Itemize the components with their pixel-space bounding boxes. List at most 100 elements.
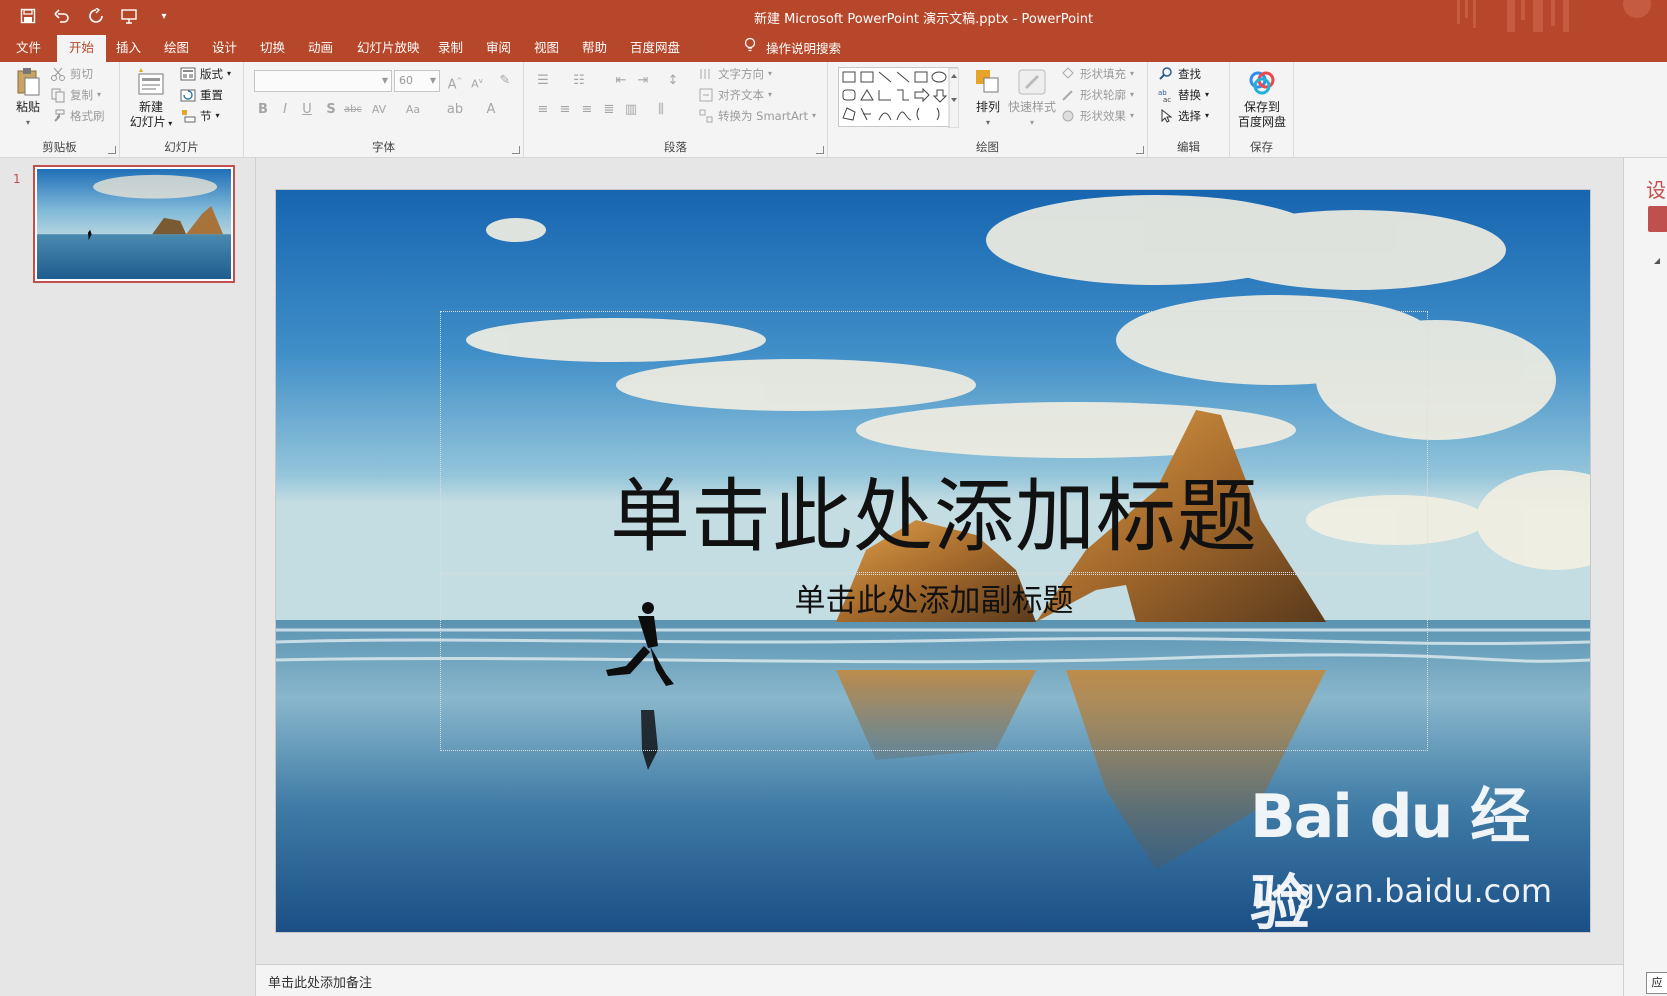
notes-pane[interactable]: 单击此处添加备注: [256, 964, 1623, 996]
tab-baidu-netdisk[interactable]: 百度网盘: [618, 37, 692, 62]
character-spacing-button[interactable]: AV: [368, 99, 390, 121]
new-slide-button[interactable]: 新建 幻灯片 ▾: [126, 66, 176, 131]
section-button[interactable]: 节 ▾: [180, 106, 220, 126]
cut-label: 剪切: [70, 67, 93, 81]
justify-icon[interactable]: ≣: [598, 99, 620, 121]
tab-file[interactable]: 文件: [4, 37, 53, 62]
shape-fill-button[interactable]: 形状填充 ▾: [1060, 64, 1134, 84]
apply-button[interactable]: 应: [1646, 972, 1667, 994]
shrink-font-button[interactable]: Av: [466, 70, 488, 92]
tab-transitions[interactable]: 切换: [248, 37, 297, 62]
align-text-button[interactable]: 对齐文本 ▾: [698, 85, 772, 105]
numbering-icon[interactable]: ☷: [568, 70, 590, 92]
tab-help[interactable]: 帮助: [570, 37, 619, 62]
design-ideas-button[interactable]: [1648, 206, 1667, 232]
text-direction-button[interactable]: 文字方向 ▾: [698, 64, 772, 84]
underline-button[interactable]: U: [296, 99, 318, 121]
select-button[interactable]: 选择 ▾: [1158, 106, 1209, 126]
copy-dropdown-icon[interactable]: ▾: [97, 85, 101, 105]
find-label: 查找: [1178, 67, 1201, 81]
align-center-icon[interactable]: ≡: [554, 99, 576, 121]
grow-font-label: A: [447, 77, 457, 93]
slide-canvas[interactable]: 单击此处添加标题 单击此处添加副标题 Bai du 经验 jingyan.bai…: [276, 190, 1590, 932]
strikethrough-button[interactable]: abc: [342, 99, 364, 121]
font-group-label: 字体: [372, 140, 395, 154]
arrange-button[interactable]: 排列 ▾: [968, 66, 1008, 130]
align-left-icon[interactable]: ≡: [532, 99, 554, 121]
change-case-button[interactable]: Aa: [402, 99, 424, 121]
paragraph-dialog-launcher-icon[interactable]: [816, 146, 824, 154]
save-to-netdisk-button[interactable]: 保存到 百度网盘: [1232, 66, 1292, 130]
copy-button[interactable]: 复制 ▾: [50, 85, 101, 105]
new-slide-dropdown-icon[interactable]: ▾: [166, 119, 172, 128]
shapes-gallery[interactable]: [838, 67, 960, 129]
smartart-dropdown-icon: ▾: [812, 111, 817, 120]
paste-button[interactable]: 粘贴 ▾: [8, 66, 48, 130]
slides-group: 新建 幻灯片 ▾ 版式 ▾ 重置 节 ▾ 幻灯片: [120, 62, 244, 158]
drawing-group-label: 绘图: [976, 140, 999, 154]
layout-dropdown-icon: ▾: [227, 69, 232, 78]
tab-draw[interactable]: 绘图: [152, 37, 201, 62]
align-text-icon: [698, 87, 714, 103]
quick-styles-dropdown-icon: ▾: [1029, 118, 1034, 127]
shape-outline-button[interactable]: 形状轮廓 ▾: [1060, 85, 1134, 105]
slide-thumbnail[interactable]: [33, 165, 235, 283]
drawing-dialog-launcher-icon[interactable]: [1136, 146, 1144, 154]
font-size-dropdown-icon[interactable]: ▼: [430, 71, 436, 91]
align-right-icon[interactable]: ≡: [576, 99, 598, 121]
pencil-icon: [1060, 87, 1076, 103]
replace-button[interactable]: ab ac 替换 ▾: [1158, 85, 1209, 105]
save-to-label-2: 百度网盘: [1237, 115, 1286, 129]
quick-styles-button[interactable]: 快速样式 ▾: [1008, 66, 1056, 130]
select-dropdown-icon: ▾: [1205, 111, 1210, 120]
reset-button[interactable]: 重置: [180, 85, 223, 105]
clipboard-dialog-launcher-icon[interactable]: [108, 146, 116, 154]
bold-button[interactable]: B: [252, 99, 274, 121]
tab-record[interactable]: 录制: [426, 37, 475, 62]
convert-smartart-button[interactable]: 转换为 SmartArt ▾: [698, 106, 816, 126]
distributed-icon[interactable]: ▥: [620, 99, 642, 121]
font-name-dropdown-icon[interactable]: ▼: [382, 71, 388, 91]
shape-effects-button[interactable]: 形状效果 ▾: [1060, 106, 1134, 126]
pane-expand-icon[interactable]: [1654, 258, 1660, 264]
font-name-box[interactable]: ▼: [254, 70, 392, 92]
font-dialog-launcher-icon[interactable]: [512, 146, 520, 154]
font-color-label: A: [486, 102, 496, 117]
clear-formatting-icon[interactable]: ✎: [494, 70, 516, 92]
text-shadow-button[interactable]: S: [320, 99, 342, 121]
subtitle-placeholder[interactable]: 单击此处添加副标题: [440, 574, 1428, 751]
tab-review[interactable]: 审阅: [474, 37, 523, 62]
tab-slideshow[interactable]: 幻灯片放映: [345, 37, 432, 62]
bullets-icon[interactable]: ☰: [532, 70, 554, 92]
shapes-gallery-icons: [842, 67, 960, 129]
layout-button[interactable]: 版式 ▾: [180, 64, 231, 84]
shape-effects-dropdown-icon: ▾: [1130, 111, 1135, 120]
tab-insert[interactable]: 插入: [104, 37, 153, 62]
font-color-button[interactable]: A: [480, 99, 502, 121]
cursor-icon: [1158, 108, 1174, 124]
tab-design[interactable]: 设计: [200, 37, 249, 62]
grow-font-button[interactable]: A^: [444, 70, 466, 92]
scissors-icon: [50, 66, 66, 82]
paste-dropdown-icon[interactable]: ▾: [8, 115, 48, 130]
tab-animations[interactable]: 动画: [296, 37, 345, 62]
drawing-group: 排列 ▾ 快速样式 ▾ 形状填充 ▾ 形状轮廓 ▾ 形状效果 ▾ 绘图: [828, 62, 1148, 158]
line-spacing-icon[interactable]: ↕: [662, 70, 684, 92]
columns-icon[interactable]: ⫼: [650, 99, 672, 121]
save-group-label: 保存: [1250, 140, 1273, 154]
decrease-indent-icon[interactable]: ⇤: [610, 70, 632, 92]
cut-button[interactable]: 剪切: [50, 64, 93, 84]
watermark-url: jingyan.baidu.com: [1256, 872, 1552, 910]
find-button[interactable]: 查找: [1158, 64, 1201, 84]
font-size-box[interactable]: 60 ▼: [394, 70, 440, 92]
tab-view[interactable]: 视图: [522, 37, 571, 62]
increase-indent-icon[interactable]: ⇥: [632, 70, 654, 92]
tell-me-search[interactable]: 操作说明搜索: [744, 37, 841, 60]
title-placeholder[interactable]: 单击此处添加标题: [440, 311, 1428, 573]
format-painter-button[interactable]: 格式刷: [50, 106, 105, 126]
highlight-icon[interactable]: ab: [444, 99, 466, 121]
italic-button[interactable]: I: [274, 99, 296, 121]
tab-home[interactable]: 开始: [57, 35, 107, 62]
reset-label: 重置: [200, 88, 223, 102]
slides-group-label: 幻灯片: [164, 140, 199, 154]
